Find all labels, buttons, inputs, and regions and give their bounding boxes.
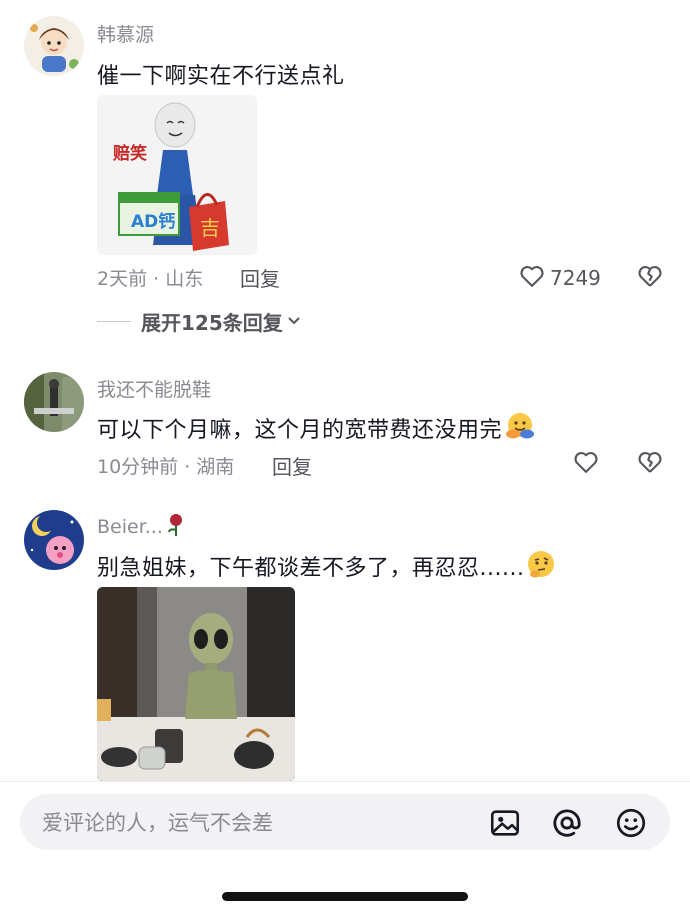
- comment-text-body: 别急姐妹，下午都谈差不多了，再忍忍......: [97, 556, 525, 581]
- comment-text: 可以下个月嘛，这个月的宽带费还没用完: [97, 411, 535, 447]
- reply-button[interactable]: 回复: [240, 263, 280, 292]
- comment-text: 别急姐妹，下午都谈差不多了，再忍忍......: [97, 549, 556, 585]
- like-count: 7249: [550, 266, 601, 290]
- divider: [97, 321, 131, 322]
- rose-icon: [165, 513, 187, 542]
- comment-image[interactable]: [97, 587, 295, 781]
- image-caption: 赔笑: [113, 143, 147, 164]
- comment-text: 催一下啊实在不行送点礼: [97, 64, 345, 89]
- box-label: AD钙: [131, 211, 175, 232]
- avatar[interactable]: [24, 16, 84, 76]
- thinking-emoji-icon: [526, 549, 556, 585]
- chevron-down-icon: [287, 312, 301, 331]
- emoji-smiley-icon[interactable]: [614, 806, 648, 840]
- at-icon[interactable]: [550, 806, 584, 840]
- comment-page: 韩慕源 催一下啊实在不行送点礼 AD钙 吉 赔笑 2天前 · 山东 回复 724…: [0, 0, 690, 914]
- image-icon[interactable]: [488, 806, 522, 840]
- comment-text-body: 可以下个月嘛，这个月的宽带费还没用完: [97, 418, 503, 443]
- comment-input[interactable]: [40, 794, 474, 852]
- heart-outline-icon: [572, 448, 600, 480]
- home-indicator[interactable]: [222, 892, 468, 901]
- heart-outline-icon: [518, 262, 546, 294]
- username[interactable]: 我还不能脱鞋: [97, 375, 211, 402]
- broken-heart-icon: [636, 452, 664, 480]
- broken-heart-icon: [636, 266, 664, 294]
- hug-emoji-icon: [504, 411, 535, 447]
- comment-meta: 10分钟前 · 湖南: [97, 456, 235, 478]
- like-button[interactable]: [572, 448, 604, 480]
- dislike-button[interactable]: [636, 262, 664, 294]
- username[interactable]: Beier...: [97, 513, 187, 542]
- comment-input-container: [20, 794, 670, 852]
- username[interactable]: 韩慕源: [97, 20, 154, 47]
- like-button[interactable]: 7249: [518, 262, 601, 294]
- expand-replies-button[interactable]: 展开125条回复: [97, 307, 301, 336]
- reply-button[interactable]: 回复: [272, 451, 312, 480]
- comment-image[interactable]: AD钙 吉 赔笑: [97, 95, 257, 255]
- dislike-button[interactable]: [636, 448, 664, 480]
- comment-meta: 2天前 · 山东: [97, 268, 204, 290]
- username-text: Beier...: [97, 516, 163, 538]
- bag-label: 吉: [200, 216, 220, 240]
- avatar[interactable]: [24, 372, 84, 432]
- expand-replies-label: 展开125条回复: [141, 311, 283, 335]
- avatar[interactable]: [24, 510, 84, 570]
